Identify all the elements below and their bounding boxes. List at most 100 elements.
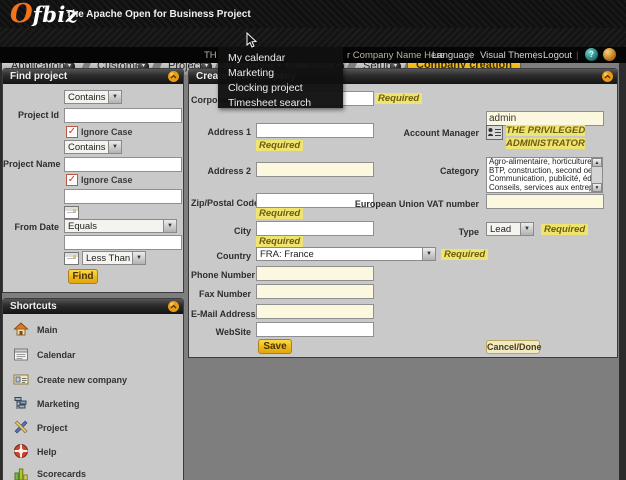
ignore-case-label: Ignore Case — [81, 127, 133, 137]
shortcut-create-new-company[interactable]: Create new company — [3, 371, 183, 395]
address1-input[interactable] — [256, 123, 374, 138]
nav-bar: Applications▾ Customer▾ Project▾ Calenda… — [0, 28, 626, 75]
chevron-down-icon: ▼ — [520, 223, 533, 235]
phone-label: Phone Number — [191, 270, 256, 280]
listbox-scrollbar[interactable]: ▲ ▼ — [591, 158, 602, 192]
country-select[interactable]: FRA: France ▼ — [256, 247, 436, 261]
required-badge: Required — [441, 249, 489, 260]
chevron-down-icon: ▼ — [163, 220, 176, 232]
required-badge: Required — [256, 208, 304, 219]
lookup-icon[interactable] — [486, 125, 503, 140]
find-button[interactable]: Find — [68, 269, 98, 284]
home-icon — [13, 322, 29, 336]
project-name-input[interactable] — [64, 157, 182, 172]
chevron-down-icon: ▼ — [422, 248, 435, 260]
from-date-label: From Date — [14, 222, 59, 232]
page-edge-right — [619, 63, 626, 480]
required-badge: Required — [256, 236, 304, 247]
ignore-case-checkbox[interactable]: ✓ — [66, 126, 78, 138]
required-badge: Required — [375, 93, 423, 104]
menu-item-my-calendar[interactable]: My calendar — [228, 52, 285, 65]
ignore-case-label: Ignore Case — [81, 175, 133, 185]
date-input[interactable] — [64, 189, 182, 204]
shortcut-scorecards[interactable]: Scorecards — [3, 465, 183, 480]
shortcut-label: Create new company — [37, 375, 128, 385]
chevron-down-icon: ▼ — [108, 141, 121, 153]
scroll-down-icon[interactable]: ▼ — [592, 183, 602, 192]
required-badge: Required — [256, 140, 304, 151]
zip-label: Zip/Postal Code — [191, 198, 260, 208]
project-name-label: Project Name — [3, 159, 61, 169]
select-value: Less Than — [86, 253, 131, 264]
type-select[interactable]: Lead ▼ — [486, 222, 534, 236]
user-icon[interactable] — [603, 48, 616, 61]
website-label: WebSite — [215, 327, 251, 337]
project-id-input[interactable] — [64, 108, 182, 123]
ofbiz-application-window: Ofbiz The Apache Open for Business Proje… — [0, 0, 626, 480]
top-bar: Ofbiz The Apache Open for Business Proje… — [0, 0, 626, 28]
fax-label: Fax Number — [198, 289, 251, 299]
select-value: Lead — [490, 224, 512, 235]
address2-input[interactable] — [256, 162, 374, 177]
find-project-title: Find project — [10, 71, 68, 82]
calendar-icon[interactable] — [64, 206, 79, 219]
category-label: Category — [439, 166, 479, 176]
calendar-icon — [14, 348, 28, 361]
save-button[interactable]: Save — [258, 339, 292, 354]
shortcut-project[interactable]: Project — [3, 419, 183, 443]
logo-o: O — [10, 0, 33, 29]
ignore-case-checkbox[interactable]: ✓ — [66, 174, 78, 186]
email-input[interactable] — [256, 304, 374, 319]
mouse-cursor — [246, 32, 258, 48]
from-date-operator-select[interactable]: Equals ▼ — [64, 219, 177, 233]
separator: | — [534, 50, 537, 61]
find-project-header: Find project — [3, 69, 183, 84]
separator: | — [576, 50, 579, 61]
menu-item-marketing[interactable]: Marketing — [228, 67, 274, 80]
menu-item-clocking-project[interactable]: Clocking project — [228, 82, 303, 95]
account-manager-name: THE PRIVILEGED ADMINISTRATOR — [506, 125, 586, 149]
menu-item-timesheet-search[interactable]: Timesheet search — [228, 97, 311, 110]
shortcut-label: Marketing — [37, 399, 80, 409]
collapse-icon[interactable] — [168, 301, 179, 312]
chevron-down-icon: ▼ — [132, 252, 145, 264]
project-id-operator-select[interactable]: Contains ▼ — [64, 90, 122, 104]
separator: | — [470, 50, 473, 61]
select-value: Contains — [68, 92, 106, 103]
select-value: Contains — [68, 142, 106, 153]
select-value: FRA: France — [260, 249, 314, 260]
required-badge: Required — [541, 224, 589, 235]
shortcut-calendar[interactable]: Calendar — [3, 346, 183, 370]
help-icon[interactable]: ? — [585, 48, 598, 61]
project-name-operator-select[interactable]: Contains ▼ — [64, 140, 122, 154]
vat-input[interactable] — [486, 194, 604, 209]
find-project-panel: Find project Contains ▼ Project Id ✓ Igno… — [2, 68, 184, 293]
select-value: Equals — [68, 221, 98, 232]
language-link[interactable]: Language — [432, 50, 474, 61]
chevron-down-icon: ▼ — [108, 91, 121, 103]
country-label: Country — [216, 251, 252, 261]
company-name-text: r Company Name Here — [347, 50, 445, 61]
thru-date-operator-select[interactable]: Less Than ▼ — [82, 251, 146, 265]
cancel-done-button[interactable]: Cancel/Done — [486, 340, 542, 354]
category-listbox[interactable]: Agro-alimentaire, horticulture BTP, cons… — [486, 157, 603, 193]
city-input[interactable] — [256, 221, 374, 236]
app-tagline: The Apache Open for Business Project — [66, 9, 251, 20]
fax-input[interactable] — [256, 284, 374, 299]
shortcut-marketing[interactable]: Marketing — [3, 395, 183, 419]
scorecards-icon — [14, 468, 28, 480]
collapse-icon[interactable] — [602, 71, 613, 82]
thru-date-input[interactable] — [64, 235, 182, 250]
shortcuts-title: Shortcuts — [10, 301, 57, 312]
website-input[interactable] — [256, 322, 374, 337]
calendar-icon[interactable] — [64, 252, 79, 265]
shortcuts-panel: Shortcuts Main Calendar Create new compa… — [2, 298, 184, 480]
category-option[interactable]: Conseils, services aux entreprises — [487, 183, 602, 193]
phone-input[interactable] — [256, 266, 374, 281]
logout-link[interactable]: Logout — [543, 50, 572, 61]
shortcut-help[interactable]: Help — [3, 443, 183, 467]
shortcuts-header: Shortcuts — [3, 299, 183, 314]
scroll-up-icon[interactable]: ▲ — [592, 158, 602, 167]
shortcut-main[interactable]: Main — [3, 321, 183, 345]
collapse-icon[interactable] — [168, 71, 179, 82]
